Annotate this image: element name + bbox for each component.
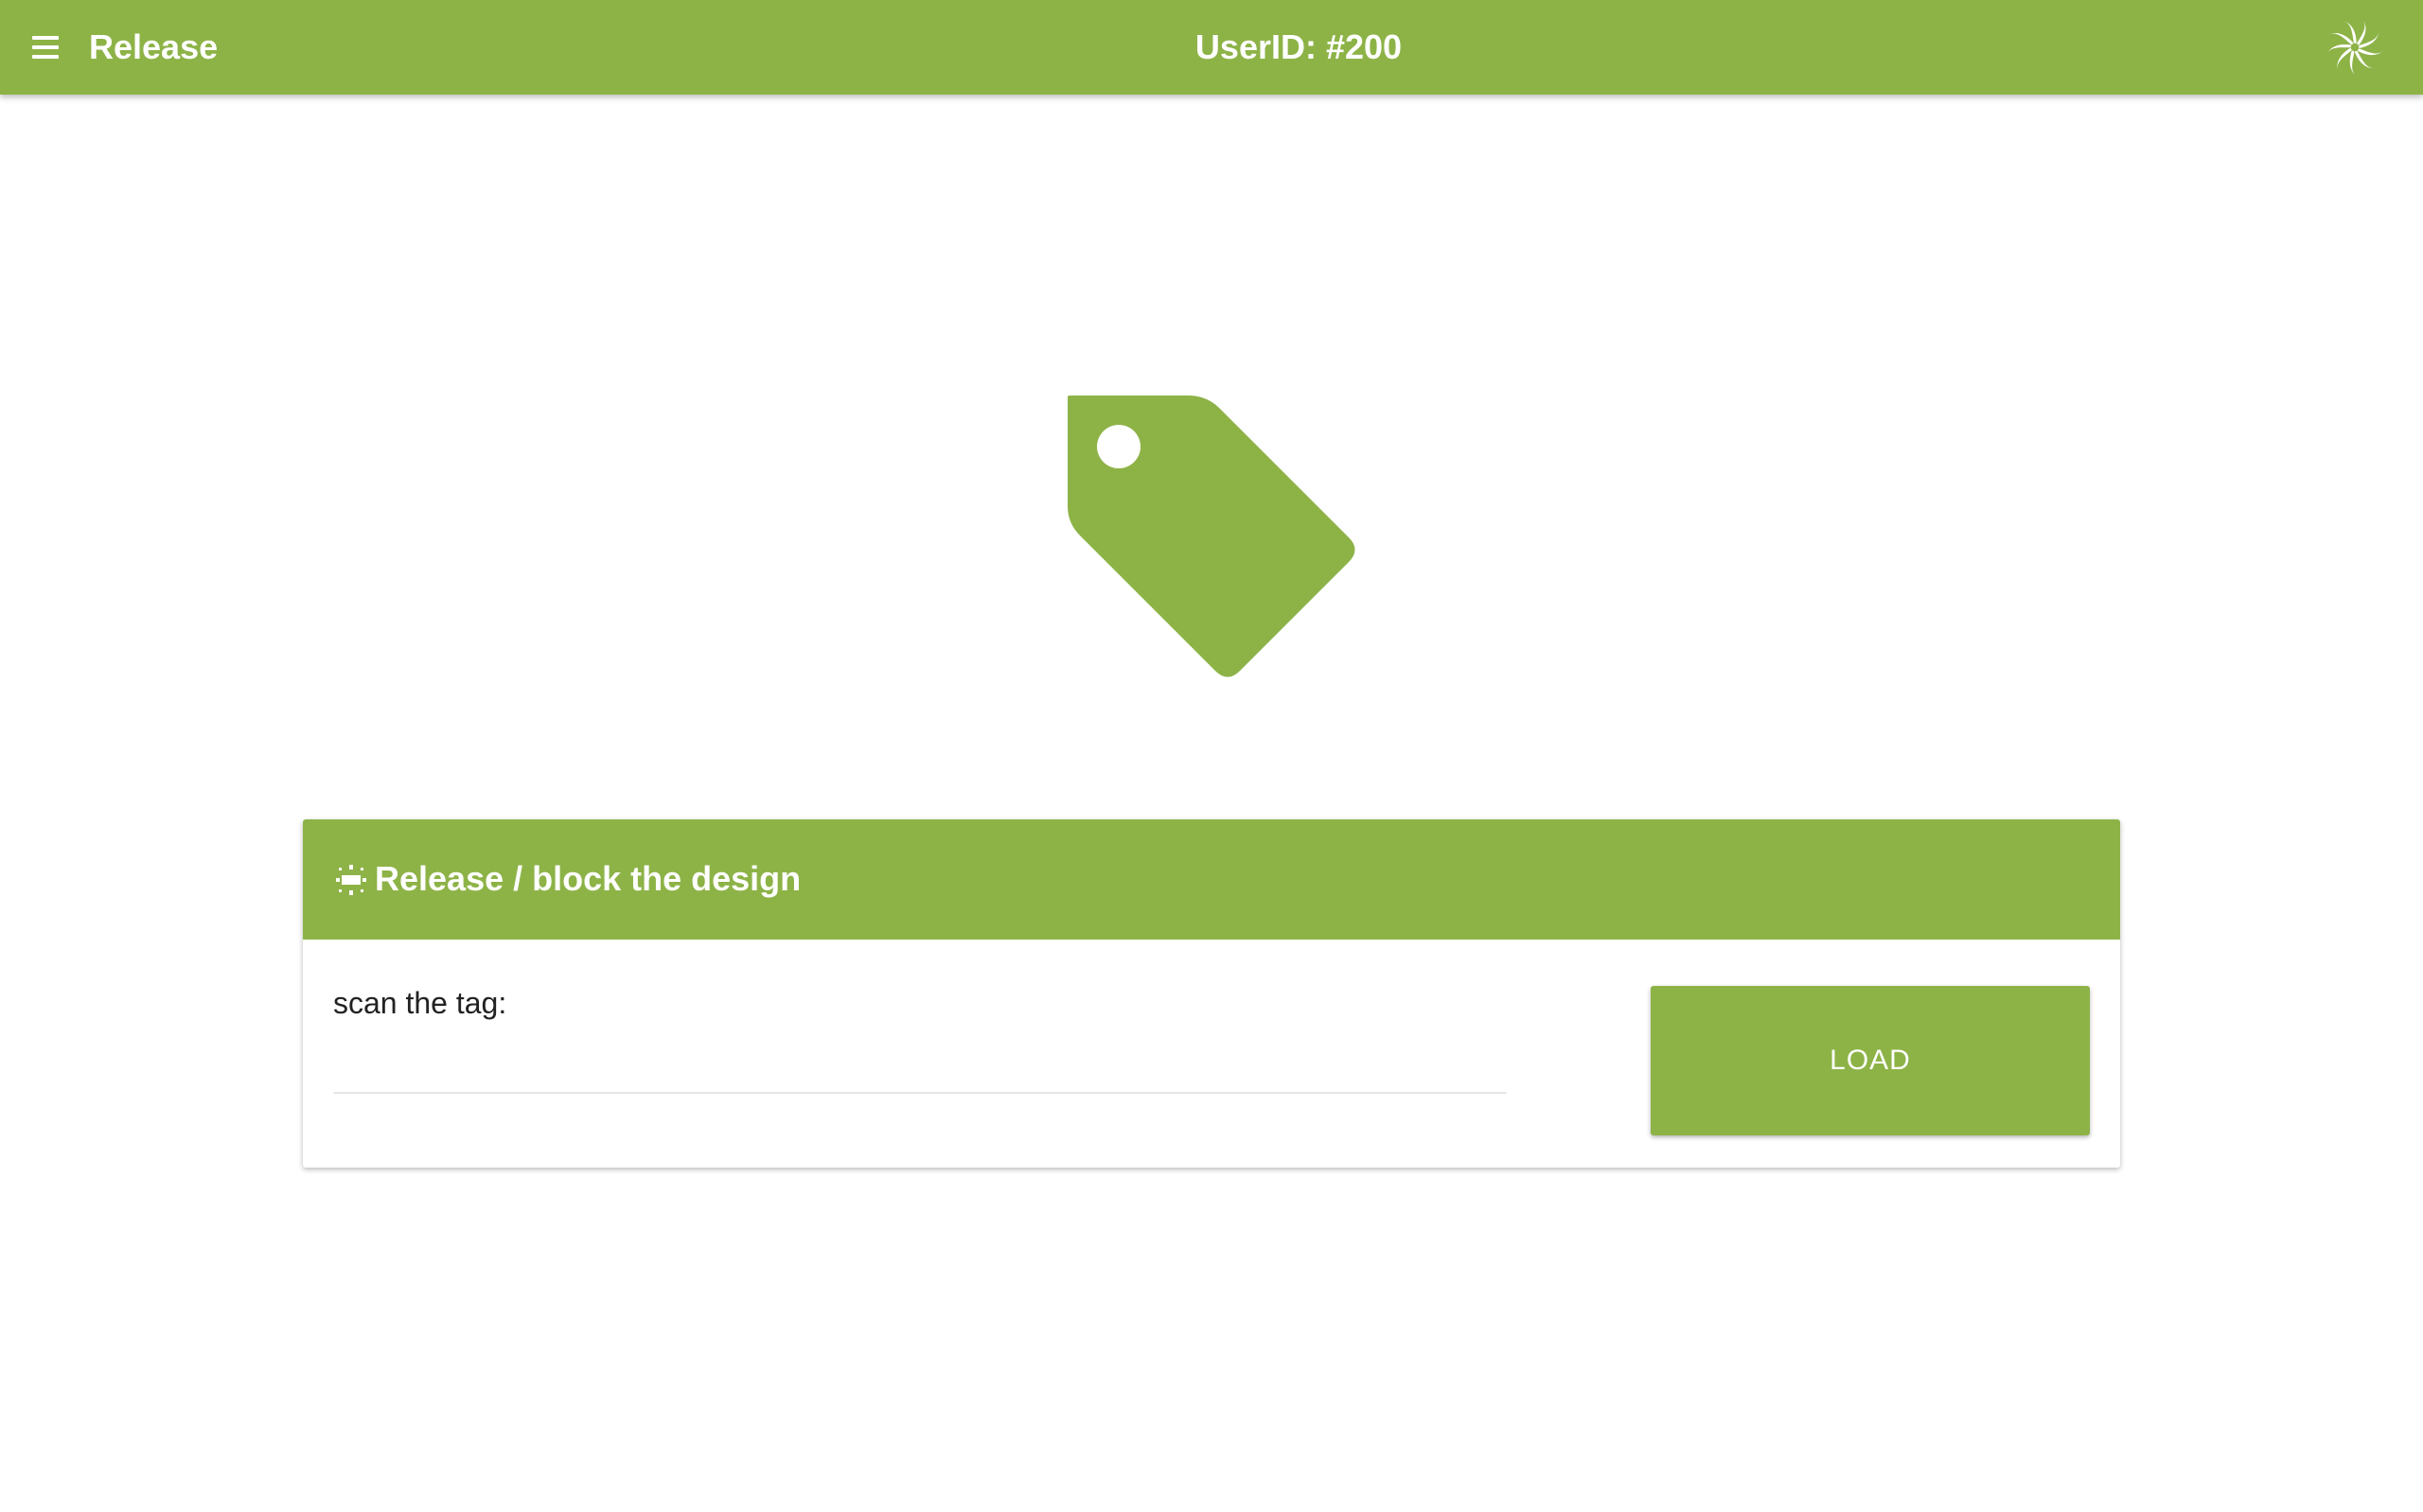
load-button[interactable]: LOAD (1651, 986, 2090, 1135)
sun-icon (336, 865, 366, 895)
swirl-logo-icon (2326, 19, 2384, 77)
menu-button[interactable] (27, 28, 64, 66)
user-id-label: UserID: #200 (1194, 27, 1403, 66)
menu-bar (32, 55, 59, 59)
card-title: Release / block the design (375, 859, 802, 898)
menu-bar (32, 36, 59, 40)
scan-tag-label: scan the tag: (333, 986, 507, 1020)
card-header: Release / block the design (303, 819, 2120, 940)
app-header: Release UserID: #200 (0, 0, 2423, 95)
release-card: Release / block the design scan the tag:… (303, 819, 2120, 1168)
menu-bar (32, 45, 59, 49)
scan-tag-input[interactable] (333, 1035, 1507, 1094)
tag-icon (1068, 396, 1355, 677)
